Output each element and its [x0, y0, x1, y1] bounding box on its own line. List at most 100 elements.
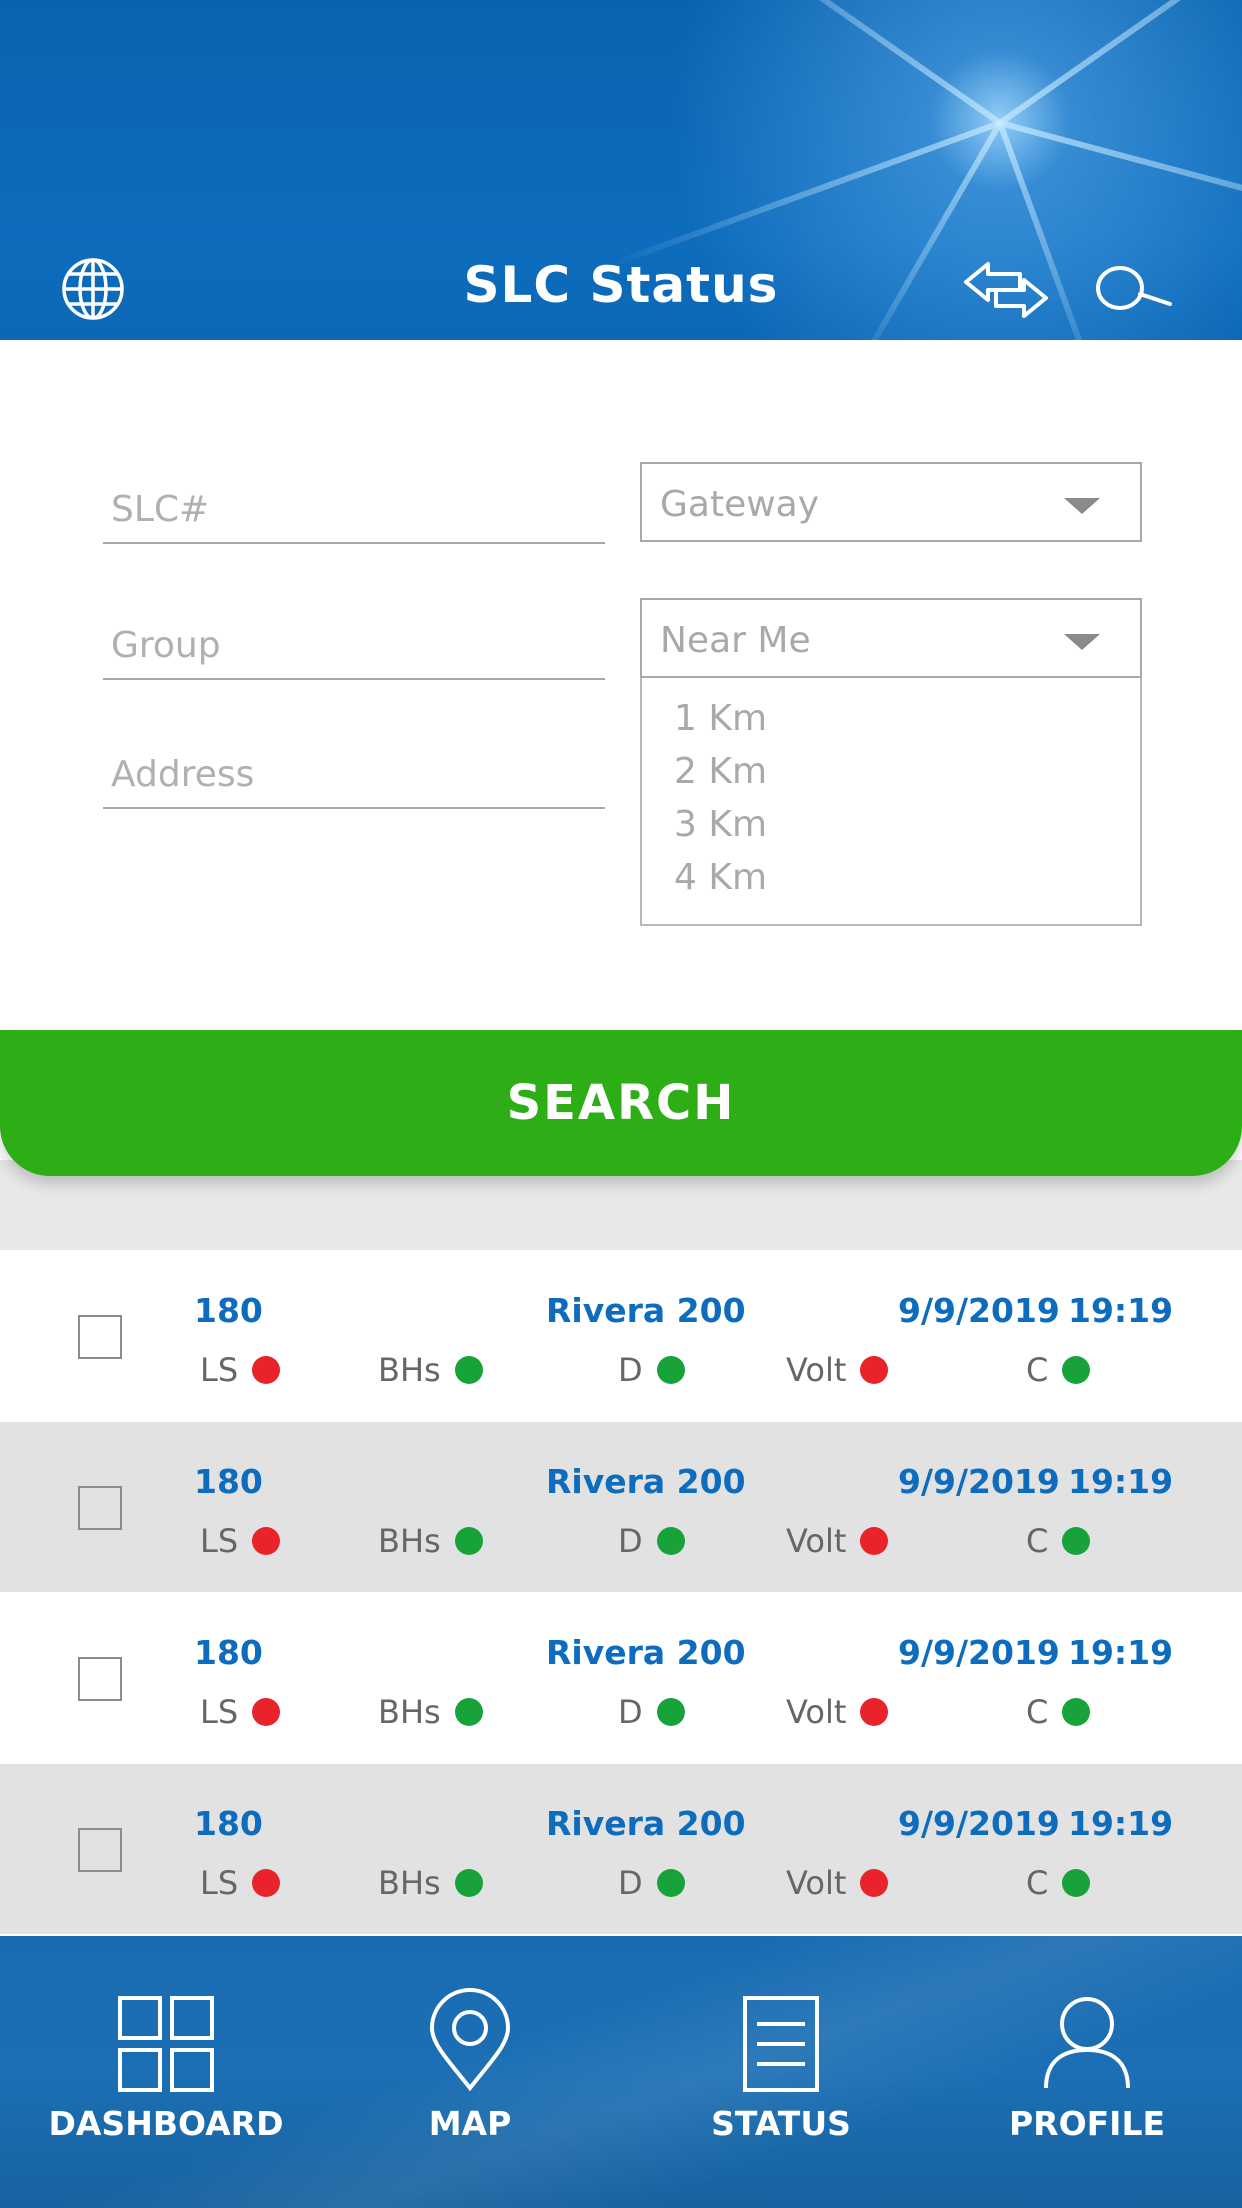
- row-checkbox[interactable]: [78, 1486, 122, 1530]
- address-input[interactable]: [111, 754, 591, 795]
- status-indicator-dot: [454, 1698, 483, 1726]
- nav-profile-label: PROFILE: [1008, 2104, 1166, 2143]
- row-status-d: D: [618, 1693, 685, 1731]
- nav-profile[interactable]: PROFILE: [937, 1936, 1237, 2208]
- status-label-ls: LS: [200, 1522, 239, 1560]
- status-indicator-dot: [656, 1869, 685, 1897]
- search-button[interactable]: SEARCH: [0, 1030, 1242, 1176]
- row-status-volt: Volt: [786, 1693, 889, 1731]
- status-indicator-dot: [860, 1869, 889, 1897]
- row-slc-id: 180: [194, 1291, 263, 1330]
- map-pin-icon: [429, 1988, 511, 2092]
- distance-dropdown-menu: 1 Km 2 Km 3 Km 4 Km: [640, 678, 1142, 926]
- table-row[interactable]: 180 Rivera 200 9/9/2019 19:19 LS BHs D Volt C: [0, 1593, 1242, 1763]
- status-indicator-dot: [656, 1698, 685, 1726]
- row-location: Rivera 200: [546, 1804, 746, 1843]
- address-field[interactable]: [103, 727, 605, 809]
- status-label-volt: Volt: [786, 1693, 847, 1731]
- row-status-ls: LS: [200, 1351, 281, 1389]
- row-status-bhs: BHs: [378, 1351, 483, 1389]
- status-indicator-dot: [860, 1527, 889, 1555]
- status-indicator-dot: [860, 1698, 889, 1726]
- status-label-ls: LS: [200, 1351, 239, 1389]
- swap-arrows-icon[interactable]: [962, 260, 1050, 320]
- status-label-d: D: [618, 1351, 643, 1389]
- status-label-bhs: BHs: [378, 1351, 441, 1389]
- nav-dashboard-label: DASHBOARD: [48, 2104, 284, 2143]
- dashboard-grid-icon: [118, 1996, 214, 2092]
- status-indicator-dot: [1062, 1356, 1091, 1384]
- status-indicator-dot: [252, 1527, 281, 1555]
- status-label-bhs: BHs: [378, 1864, 441, 1902]
- chevron-down-icon: [1064, 634, 1100, 650]
- status-label-c: C: [1026, 1522, 1049, 1560]
- status-indicator-dot: [454, 1527, 483, 1555]
- status-indicator-dot: [252, 1869, 281, 1897]
- distance-select-value: Near Me: [660, 620, 811, 661]
- row-time: 19:19: [1068, 1633, 1174, 1672]
- row-status-d: D: [618, 1351, 685, 1389]
- status-label-c: C: [1026, 1693, 1049, 1731]
- slc-number-input[interactable]: [111, 489, 591, 530]
- header-bar: SLC Status: [0, 0, 1242, 340]
- row-location: Rivera 200: [546, 1291, 746, 1330]
- row-status-c: C: [1026, 1351, 1091, 1389]
- status-indicator-dot: [454, 1869, 483, 1897]
- table-row[interactable]: 180 Rivera 200 9/9/2019 19:19 LS BHs D Volt C: [0, 1251, 1242, 1421]
- status-label-ls: LS: [200, 1693, 239, 1731]
- row-status-c: C: [1026, 1864, 1091, 1902]
- distance-select[interactable]: Near Me: [640, 598, 1142, 678]
- status-label-d: D: [618, 1864, 643, 1902]
- bottom-navigation: DASHBOARD MAP STATUS PROFILE: [0, 1936, 1242, 2208]
- status-label-bhs: BHs: [378, 1522, 441, 1560]
- status-label-d: D: [618, 1522, 643, 1560]
- nav-dashboard[interactable]: DASHBOARD: [16, 1936, 316, 2208]
- page-title: SLC Status: [463, 256, 779, 314]
- status-indicator-dot: [1062, 1869, 1091, 1897]
- nav-map-label: MAP: [428, 2104, 512, 2143]
- row-status-d: D: [618, 1864, 685, 1902]
- status-label-c: C: [1026, 1864, 1049, 1902]
- nav-status[interactable]: STATUS: [631, 1936, 931, 2208]
- dropdown-option-1km[interactable]: 1 Km: [674, 698, 767, 739]
- group-input[interactable]: [111, 625, 591, 666]
- row-status-ls: LS: [200, 1693, 281, 1731]
- dropdown-option-4km[interactable]: 4 Km: [674, 857, 767, 898]
- row-status-c: C: [1026, 1693, 1091, 1731]
- group-field[interactable]: [103, 598, 605, 680]
- status-label-c: C: [1026, 1351, 1049, 1389]
- gateway-select-value: Gateway: [660, 484, 820, 525]
- row-status-ls: LS: [200, 1864, 281, 1902]
- nav-map[interactable]: MAP: [320, 1936, 620, 2208]
- row-checkbox[interactable]: [78, 1657, 122, 1701]
- gateway-select[interactable]: Gateway: [640, 462, 1142, 542]
- table-row[interactable]: 180 Rivera 200 9/9/2019 19:19 LS BHs D Volt C: [0, 1764, 1242, 1934]
- status-label-volt: Volt: [786, 1351, 847, 1389]
- search-icon[interactable]: [1094, 258, 1174, 318]
- row-location: Rivera 200: [546, 1633, 746, 1672]
- row-checkbox[interactable]: [78, 1828, 122, 1872]
- row-date: 9/9/2019: [898, 1291, 1060, 1330]
- slc-number-field[interactable]: [103, 462, 605, 544]
- dropdown-option-3km[interactable]: 3 Km: [674, 804, 767, 845]
- status-label-volt: Volt: [786, 1864, 847, 1902]
- chevron-down-icon: [1064, 498, 1100, 514]
- dropdown-option-2km[interactable]: 2 Km: [674, 751, 767, 792]
- status-indicator-dot: [454, 1356, 483, 1384]
- status-label-volt: Volt: [786, 1522, 847, 1560]
- profile-person-icon: [1044, 1997, 1130, 2089]
- row-date: 9/9/2019: [898, 1462, 1060, 1501]
- row-slc-id: 180: [194, 1804, 263, 1843]
- row-time: 19:19: [1068, 1804, 1174, 1843]
- row-checkbox[interactable]: [78, 1315, 122, 1359]
- status-indicator-dot: [656, 1527, 685, 1555]
- status-indicator-dot: [656, 1356, 685, 1384]
- row-status-volt: Volt: [786, 1522, 889, 1560]
- status-indicator-dot: [860, 1356, 889, 1384]
- row-status-bhs: BHs: [378, 1864, 483, 1902]
- row-time: 19:19: [1068, 1291, 1174, 1330]
- status-label-bhs: BHs: [378, 1693, 441, 1731]
- table-row[interactable]: 180 Rivera 200 9/9/2019 19:19 LS BHs D Volt C: [0, 1422, 1242, 1592]
- status-indicator-dot: [1062, 1527, 1091, 1555]
- header-light-ray: [998, 0, 1242, 126]
